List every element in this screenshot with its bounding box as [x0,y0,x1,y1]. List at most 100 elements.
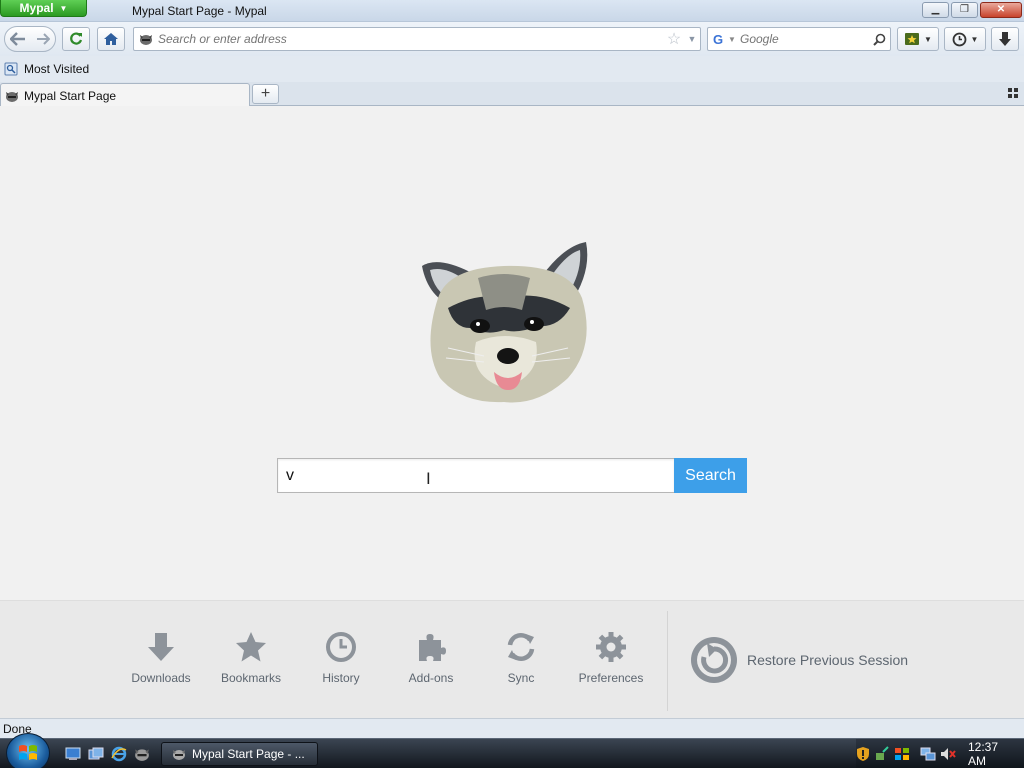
reload-icon [70,32,83,45]
launcher-history[interactable]: History [301,631,381,685]
taskbar-window-label: Mypal Start Page - ... [192,747,305,761]
start-search-form: Search [277,458,747,493]
launcher-add-ons[interactable]: Add-ons [391,631,471,685]
history-dropdown-icon[interactable]: ▼ [684,34,700,44]
grid-dot [1014,94,1018,98]
clock-icon [952,32,966,46]
chevron-down-icon: ▼ [924,34,932,44]
tab-mypal-start-page[interactable]: Mypal Start Page [0,83,250,107]
downloads-button[interactable] [991,27,1019,51]
search-icon[interactable] [868,33,890,46]
plus-icon: + [260,85,271,102]
raccoon-logo [422,242,588,403]
title-bar: Mypal ▼ Mypal Start Page - Mypal ▁ ❐ ✕ [0,0,1024,22]
bookmark-star-icon[interactable]: ☆ [664,29,684,49]
close-icon: ✕ [996,4,1006,15]
launcher-sync[interactable]: Sync [481,631,561,685]
download-arrow-icon [999,32,1011,46]
windows-flag-icon[interactable] [894,746,910,762]
status-bar: Done [0,718,1024,738]
clock-icon [326,632,356,662]
bookmark-item-most-visited[interactable]: Most Visited [4,62,89,76]
window-title: Mypal Start Page - Mypal [132,4,267,18]
taskbar-clock: 12:37 AM [968,740,999,768]
google-engine-icon[interactable]: G [708,32,728,47]
navigation-toolbar: ☆ ▼ G ▼ ▼ ▼ [0,22,1024,56]
restore-session-label: Restore Previous Session [747,652,909,668]
launcher-label: Add-ons [408,671,454,685]
sync-arrows-icon [507,632,535,662]
bookmarks-toolbar: Most Visited [0,56,1024,82]
back-button[interactable] [5,27,31,51]
address-input[interactable] [158,32,664,46]
chevron-down-icon: ▼ [59,3,68,13]
restore-session-button[interactable]: Restore Previous Session [689,635,908,685]
minimize-icon: ▁ [931,4,940,15]
launcher-label: Downloads [131,671,191,685]
puzzle-piece-icon [419,634,446,661]
internet-explorer-icon[interactable] [110,745,128,763]
back-arrow-icon [10,32,25,46]
start-button[interactable] [6,733,50,768]
app-menu-button[interactable]: Mypal ▼ [0,0,87,17]
security-shield-icon[interactable] [856,746,870,762]
raccoon-favicon-icon [134,33,158,45]
launcher-bookmarks[interactable]: Bookmarks [211,631,291,685]
launcher-label: Sync [507,671,535,685]
launcher-label: History [322,671,360,685]
download-arrow-icon [148,633,174,661]
mypal-quicklaunch-icon[interactable] [133,745,151,763]
search-bar[interactable]: G ▼ [707,27,891,51]
home-icon [104,33,118,45]
app-menu-label: Mypal [19,1,54,15]
show-desktop-icon[interactable] [64,745,82,763]
search-engine-input[interactable] [740,32,868,46]
bookmark-folder-icon [4,62,18,76]
launcher-preferences[interactable]: Preferences [571,631,651,685]
tab-strip: Mypal Start Page + [0,82,1024,107]
new-tab-button[interactable]: + [252,84,279,104]
list-all-tabs-button[interactable] [1008,88,1018,98]
launcher-label: Preferences [578,671,644,685]
back-forward-group [4,26,56,52]
reload-button[interactable] [62,27,90,51]
windows-taskbar: Mypal Start Page - ... 12:37 AM [0,733,1024,768]
bookmarks-menu-button[interactable]: ▼ [897,27,939,51]
forward-arrow-icon [37,33,50,45]
grid-dot [1014,88,1018,92]
safely-remove-hardware-icon[interactable] [874,746,890,762]
grid-dot [1008,94,1012,98]
bookmark-label: Most Visited [24,62,90,76]
switch-windows-icon[interactable] [87,745,105,763]
tab-label: Mypal Start Page [24,88,117,103]
text-cursor-icon: I [426,469,431,488]
minimize-button[interactable]: ▁ [922,2,949,18]
engine-dropdown-icon[interactable]: ▼ [728,35,740,44]
launcher-bar: Downloads Bookmarks History Add-ons Sync [0,600,1024,718]
star-icon [236,632,266,662]
chevron-down-icon: ▼ [970,34,979,44]
windows-logo-icon [19,745,37,760]
launcher-divider [667,611,668,711]
home-button[interactable] [97,27,125,51]
window-controls: ▁ ❐ ✕ [922,2,1022,18]
system-tray: 12:37 AM [856,739,1024,768]
launcher-downloads[interactable]: Downloads [121,631,201,685]
raccoon-favicon-icon [6,91,18,102]
bookmarks-star-folder-icon [905,33,920,45]
start-search-input[interactable] [277,458,674,493]
start-search-button[interactable]: Search [674,458,747,493]
grid-dot [1008,88,1012,92]
start-page-content: Search I Downloads Bookmarks History Add… [0,106,1024,718]
volume-muted-icon[interactable] [940,746,956,762]
history-menu-button[interactable]: ▼ [944,27,986,51]
raccoon-favicon-icon [173,750,185,760]
restore-button[interactable]: ❐ [951,2,978,18]
address-bar[interactable]: ☆ ▼ [133,27,701,51]
restore-session-icon [691,637,737,683]
network-icon[interactable] [920,746,936,762]
close-button[interactable]: ✕ [980,2,1022,18]
forward-button[interactable] [31,27,55,51]
gear-icon [596,632,626,662]
taskbar-window-mypal[interactable]: Mypal Start Page - ... [161,742,318,766]
